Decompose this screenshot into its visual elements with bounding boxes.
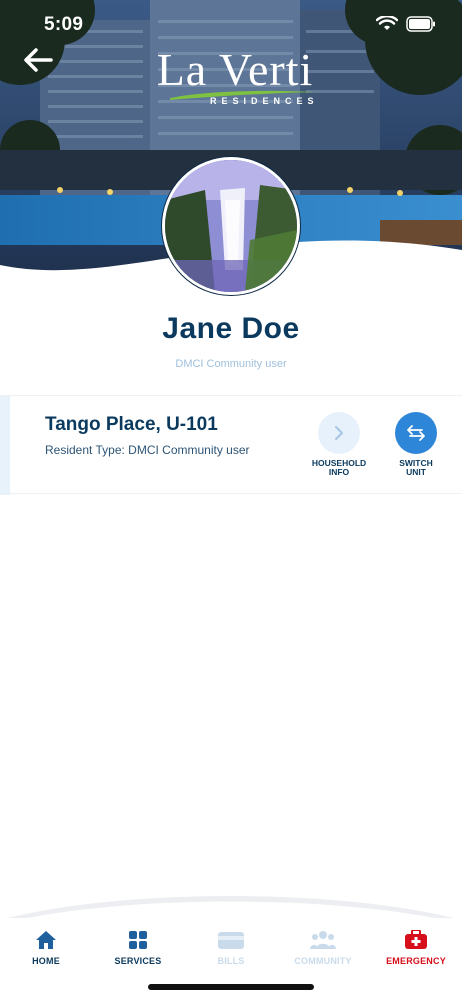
profile-role: DMCI Community user (175, 358, 287, 370)
battery-icon (406, 16, 435, 32)
home-indicator (148, 984, 314, 990)
unit-card: Tango Place, U-101 Resident Type: DMCI C… (0, 395, 462, 495)
switch-unit-button[interactable]: SWITCH UNIT (381, 412, 451, 477)
switch-arrows-icon (407, 425, 425, 441)
household-info-label: HOUSEHOLD INFO (304, 459, 374, 477)
switch-unit-label: SWITCH UNIT (381, 459, 451, 477)
nav-community[interactable]: COMMUNITY (277, 926, 369, 966)
logo-sub-text: RESIDENCES (210, 96, 319, 106)
unit-title: Tango Place, U-101 (45, 414, 218, 435)
unit-card-accent (0, 396, 10, 495)
nav-home[interactable]: HOME (0, 926, 92, 966)
arrow-left-icon (24, 48, 53, 72)
bottom-nav: HOME SERVICES BILLS COMMUNITY EMERGENCY (0, 918, 462, 978)
waterfall-photo (165, 160, 297, 292)
status-bar: 5:09 (0, 0, 462, 48)
switch-label-line2: UNIT (406, 467, 426, 477)
nav-bills[interactable]: BILLS (185, 926, 277, 966)
household-info-circle[interactable] (318, 412, 360, 454)
card-icon (218, 932, 244, 949)
household-label-line2: INFO (328, 467, 350, 477)
home-icon (36, 931, 56, 949)
chevron-right-icon (334, 425, 344, 441)
people-icon (310, 931, 336, 949)
profile-name: Jane Doe (162, 312, 300, 345)
household-info-button[interactable]: HOUSEHOLD INFO (304, 412, 374, 477)
switch-unit-circle[interactable] (395, 412, 437, 454)
back-button[interactable] (20, 44, 56, 76)
logo-main-text: La Verti (156, 44, 314, 95)
nav-home-label: HOME (32, 956, 60, 966)
nav-emergency[interactable]: EMERGENCY (370, 926, 462, 966)
la-verti-logo: La Verti RESIDENCES (140, 46, 330, 110)
wifi-icon (376, 16, 398, 30)
status-time: 5:09 (44, 14, 84, 35)
status-icons (376, 16, 436, 32)
nav-community-label: COMMUNITY (294, 956, 352, 966)
nav-services-label: SERVICES (114, 956, 162, 966)
resident-type: Resident Type: DMCI Community user (45, 443, 250, 457)
first-aid-icon (405, 930, 427, 949)
nav-services[interactable]: SERVICES (92, 926, 184, 966)
nav-emergency-label: EMERGENCY (386, 956, 446, 966)
grid-icon (129, 931, 147, 949)
nav-bills-label: BILLS (217, 956, 245, 966)
avatar[interactable] (162, 157, 300, 295)
